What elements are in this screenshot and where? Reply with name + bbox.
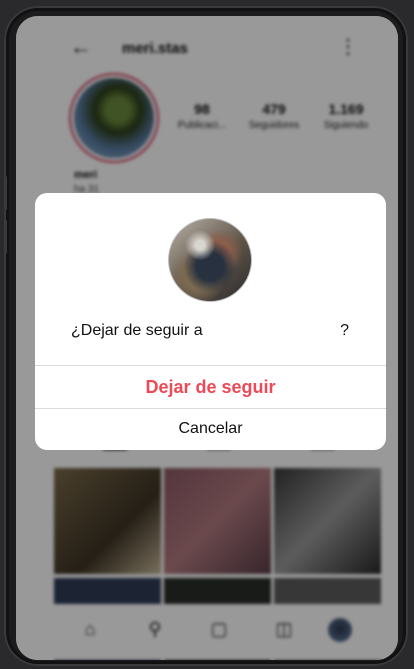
unfollow-button[interactable]: Dejar de seguir (35, 366, 386, 408)
dialog-avatar (168, 218, 252, 302)
unfollow-dialog: ¿Dejar de seguir a ? Dejar de seguir Can… (35, 193, 386, 450)
unfollow-question: ¿Dejar de seguir a ? (35, 322, 386, 344)
phone-screen: ← meri.stas ⋮ 98 Publicaci... 479 Seguid… (16, 16, 398, 660)
question-mark: ? (340, 322, 349, 339)
cancel-button[interactable]: Cancelar (35, 409, 386, 449)
volume-button (4, 176, 7, 210)
volume-button (4, 220, 7, 254)
question-text: ¿Dejar de seguir a (71, 322, 203, 339)
